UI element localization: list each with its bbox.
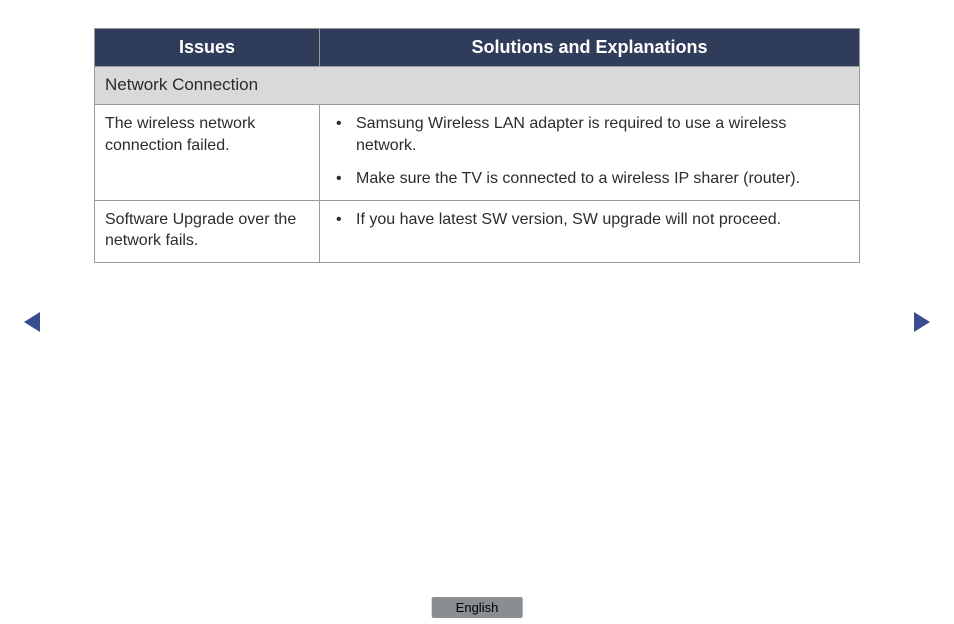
solution-item: If you have latest SW version, SW upgrad…	[330, 209, 849, 231]
solution-item: Samsung Wireless LAN adapter is required…	[330, 113, 849, 156]
table-row: The wireless network connection failed. …	[95, 104, 860, 200]
content-area: Issues Solutions and Explanations Networ…	[0, 0, 954, 263]
header-solutions: Solutions and Explanations	[320, 29, 860, 67]
solution-list: If you have latest SW version, SW upgrad…	[330, 209, 849, 231]
table-header-row: Issues Solutions and Explanations	[95, 29, 860, 67]
solution-cell: If you have latest SW version, SW upgrad…	[320, 200, 860, 262]
table-row: Software Upgrade over the network fails.…	[95, 200, 860, 262]
previous-page-arrow-icon[interactable]	[24, 312, 40, 332]
solution-item: Make sure the TV is connected to a wirel…	[330, 168, 849, 190]
troubleshooting-table: Issues Solutions and Explanations Networ…	[94, 28, 860, 263]
language-badge: English	[432, 597, 523, 618]
solution-cell: Samsung Wireless LAN adapter is required…	[320, 104, 860, 200]
section-row: Network Connection	[95, 67, 860, 105]
next-page-arrow-icon[interactable]	[914, 312, 930, 332]
header-issues: Issues	[95, 29, 320, 67]
section-title: Network Connection	[95, 67, 860, 105]
issue-cell: The wireless network connection failed.	[95, 104, 320, 200]
issue-cell: Software Upgrade over the network fails.	[95, 200, 320, 262]
solution-list: Samsung Wireless LAN adapter is required…	[330, 113, 849, 190]
